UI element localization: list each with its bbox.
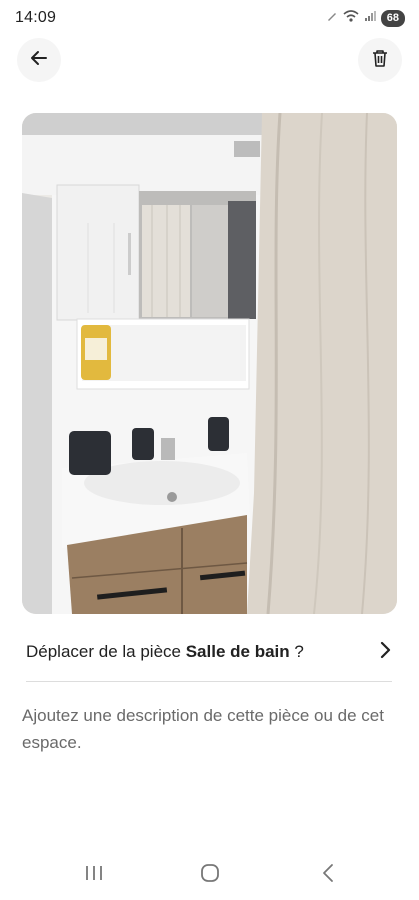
bathroom-vanity-photo [22,113,397,614]
status-time: 14:09 [15,9,57,26]
status-icons: 68 [326,9,405,27]
back-button[interactable] [17,38,61,82]
trash-icon [371,48,389,73]
room-name: Salle de bain [185,642,290,661]
divider [26,681,392,682]
wifi-icon [343,9,359,27]
back-icon[interactable] [310,858,346,888]
navigation-bar [0,846,419,900]
chevron-right-icon [378,641,392,664]
delete-button[interactable] [358,38,402,82]
pen-icon [326,9,338,27]
signal-icon [364,9,376,27]
move-room-prefix: Déplacer de la pièce [26,642,186,661]
move-room-text: Déplacer de la pièce Salle de bain ? [26,642,304,662]
room-photo[interactable] [22,113,397,614]
battery-icon: 68 [380,9,405,27]
recent-apps-icon[interactable] [76,858,112,888]
home-icon[interactable] [192,858,228,888]
move-room-row[interactable]: Déplacer de la pièce Salle de bain ? [26,633,392,671]
description-field[interactable]: Ajoutez une description de cette pièce o… [22,702,397,756]
move-room-suffix: ? [289,642,304,661]
status-bar: 14:09 68 [0,0,419,36]
arrow-left-icon [29,48,49,73]
